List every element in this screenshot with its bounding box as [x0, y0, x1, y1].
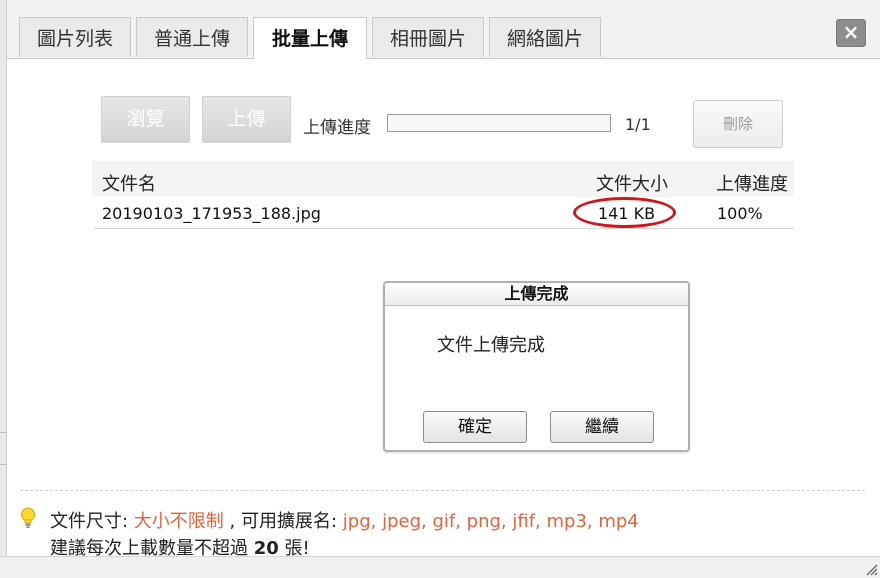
file-name-cell: 20190103_171953_188.jpg: [102, 204, 321, 223]
progress-count: 1/1: [625, 115, 651, 134]
notes-divider: [20, 490, 865, 491]
window-frame-left-border: [6, 0, 7, 577]
upload-complete-dialog: 上傳完成 文件上傳完成 確定 繼續: [383, 281, 690, 452]
close-icon: ×: [842, 20, 860, 44]
size-label: 文件尺寸:: [50, 511, 129, 532]
extension-list: jpg, jpeg, gif, png, jfif, mp3, mp4: [342, 511, 639, 532]
window-frame-tick: [0, 432, 6, 433]
file-size-highlight-annotation: [573, 197, 676, 228]
tab-normal-upload[interactable]: 普通上傳: [136, 17, 248, 57]
table-row[interactable]: 20190103_171953_188.jpg 141 KB 100%: [94, 197, 794, 229]
confirm-button[interactable]: 確定: [423, 411, 527, 443]
dialog-message: 文件上傳完成: [437, 335, 545, 356]
delete-button[interactable]: 刪除: [693, 100, 783, 148]
file-table-header: 文件名 文件大小 上傳進度: [92, 161, 794, 197]
lightbulb-icon: [21, 507, 35, 528]
upload-progress-bar: [387, 114, 611, 132]
extension-label: , 可用擴展名:: [229, 511, 338, 532]
window-frame-bottom: [0, 556, 880, 578]
tab-album-images[interactable]: 相冊圖片: [372, 17, 484, 57]
column-header-file-name: 文件名: [102, 174, 156, 195]
column-header-file-size: 文件大小: [596, 174, 668, 195]
upload-button[interactable]: 上傳: [202, 96, 291, 143]
tab-batch-upload[interactable]: 批量上傳: [253, 17, 367, 59]
file-size-note: 文件尺寸: 大小不限制 , 可用擴展名: jpg, jpeg, gif, png…: [50, 507, 639, 533]
continue-button[interactable]: 繼續: [550, 411, 654, 443]
column-header-upload-progress: 上傳進度: [716, 174, 788, 195]
close-button[interactable]: ×: [836, 19, 866, 47]
browse-button[interactable]: 瀏覽: [101, 96, 190, 143]
tab-strip: 圖片列表 普通上傳 批量上傳 相冊圖片 網絡圖片: [7, 0, 880, 59]
tab-image-list[interactable]: 圖片列表: [19, 17, 131, 57]
resize-grip-icon[interactable]: [864, 562, 878, 576]
upload-progress-cell: 100%: [717, 204, 763, 223]
size-value: 大小不限制: [133, 511, 224, 532]
window-frame-tick: [0, 464, 6, 465]
progress-label: 上傳進度: [303, 118, 371, 138]
dialog-title: 上傳完成: [385, 283, 688, 306]
tab-web-images[interactable]: 網絡圖片: [489, 17, 601, 57]
